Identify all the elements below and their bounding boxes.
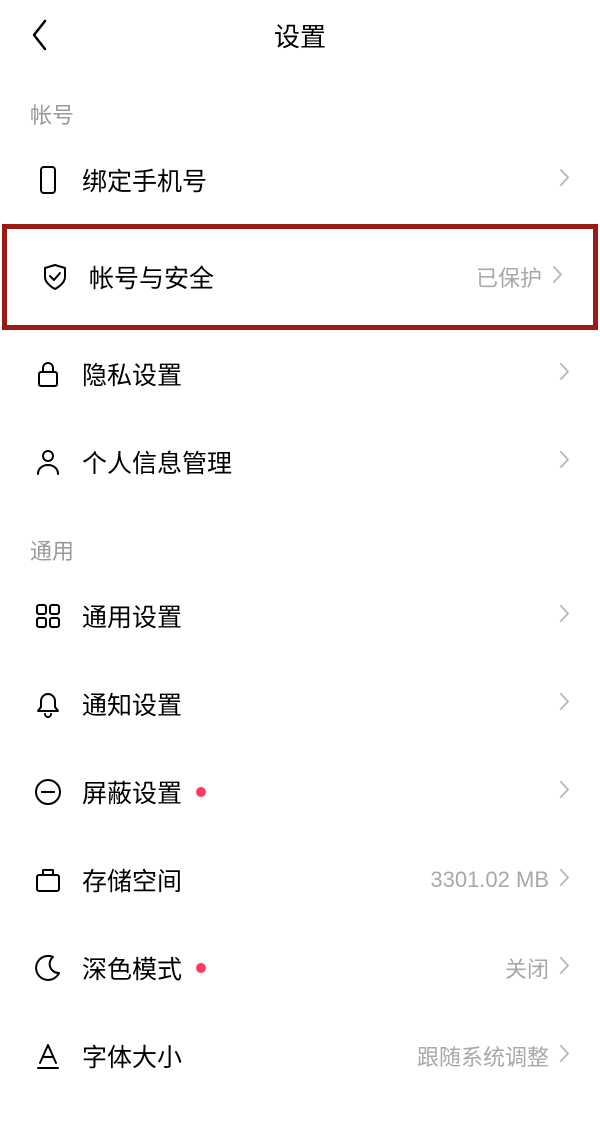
- item-label-text: 屏蔽设置: [82, 774, 182, 810]
- item-label-text: 深色模式: [82, 950, 182, 986]
- chevron-right-icon: [552, 265, 563, 289]
- item-label: 字体大小: [82, 1038, 417, 1074]
- item-personal-info[interactable]: 个人信息管理: [0, 418, 600, 506]
- item-label: 隐私设置: [82, 356, 559, 392]
- lock-icon: [30, 356, 66, 392]
- item-label: 深色模式: [82, 950, 505, 986]
- storage-icon: [30, 862, 66, 898]
- back-button[interactable]: [20, 15, 60, 55]
- red-dot-icon: [196, 787, 206, 797]
- phone-icon: [30, 162, 66, 198]
- chevron-right-icon: [559, 1044, 570, 1068]
- minus-circle-icon: [30, 774, 66, 810]
- item-privacy[interactable]: 隐私设置: [0, 330, 600, 418]
- item-label: 存储空间: [82, 862, 430, 898]
- moon-icon: [30, 950, 66, 986]
- item-general-settings[interactable]: 通用设置: [0, 572, 600, 660]
- grid-icon: [30, 598, 66, 634]
- item-notifications[interactable]: 通知设置: [0, 660, 600, 748]
- shield-check-icon: [37, 259, 73, 295]
- chevron-right-icon: [559, 450, 570, 474]
- item-bind-phone[interactable]: 绑定手机号: [0, 136, 600, 224]
- item-dark-mode[interactable]: 深色模式 关闭: [0, 924, 600, 1012]
- bell-icon: [30, 686, 66, 722]
- item-label: 个人信息管理: [82, 444, 559, 480]
- highlight-account-security: 帐号与安全 已保护: [2, 224, 598, 330]
- item-label: 通用设置: [82, 598, 559, 634]
- header: 设置: [0, 0, 600, 70]
- page-title: 设置: [274, 17, 326, 54]
- chevron-right-icon: [559, 780, 570, 804]
- back-icon: [30, 18, 50, 52]
- chevron-right-icon: [559, 362, 570, 386]
- item-value: 3301.02 MB: [430, 867, 549, 893]
- section-header-general: 通用: [0, 506, 600, 572]
- red-dot-icon: [196, 963, 206, 973]
- item-value: 关闭: [505, 952, 549, 984]
- chevron-right-icon: [559, 868, 570, 892]
- item-label: 屏蔽设置: [82, 774, 559, 810]
- chevron-right-icon: [559, 956, 570, 980]
- item-value: 已保护: [476, 261, 542, 293]
- item-label: 帐号与安全: [89, 259, 476, 295]
- chevron-right-icon: [559, 168, 570, 192]
- item-font-size[interactable]: 字体大小 跟随系统调整: [0, 1012, 600, 1100]
- chevron-right-icon: [559, 604, 570, 628]
- person-icon: [30, 444, 66, 480]
- item-account-security[interactable]: 帐号与安全 已保护: [7, 229, 593, 325]
- chevron-right-icon: [559, 692, 570, 716]
- font-icon: [30, 1038, 66, 1074]
- item-label: 绑定手机号: [82, 162, 559, 198]
- item-label: 通知设置: [82, 686, 559, 722]
- item-block[interactable]: 屏蔽设置: [0, 748, 600, 836]
- item-storage[interactable]: 存储空间 3301.02 MB: [0, 836, 600, 924]
- item-value: 跟随系统调整: [417, 1040, 549, 1072]
- section-header-account: 帐号: [0, 70, 600, 136]
